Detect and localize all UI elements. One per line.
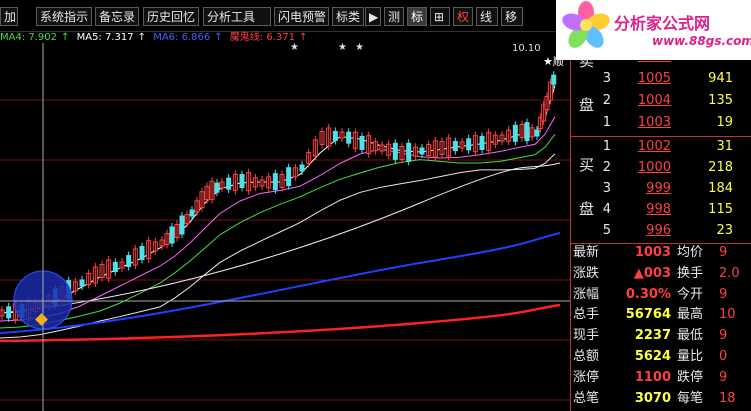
- devil-line-label: 魔鬼线: 6.371: [229, 32, 295, 43]
- toolbar-item-rights[interactable]: 权: [453, 7, 473, 26]
- devil-line-curve: [0, 303, 561, 343]
- play-icon[interactable]: ▶: [365, 7, 381, 26]
- stats-row: 涨停 1100 跌停 9: [573, 369, 728, 385]
- sell-row: 2 1004 135: [602, 93, 733, 108]
- buy-row: 2 1000 218: [602, 160, 733, 175]
- candles: [0, 71, 557, 324]
- ma-curve: [0, 134, 556, 329]
- stats-row: 总笔 3070 每笔 18: [573, 390, 736, 406]
- moving-average-lines: [0, 85, 561, 343]
- ma5-label: MA5: 7.317: [76, 32, 134, 43]
- site-logo: 分析家公式网 www.88gs.com: [556, 0, 751, 60]
- ma6-label: MA6: 6.866: [153, 32, 211, 43]
- svg-text:★: ★: [290, 43, 299, 53]
- stats-row: 总额 5624 量比 0: [573, 349, 728, 364]
- toolbar-item-analysis-tools[interactable]: 分析工具: [203, 7, 271, 26]
- buy-row: 5 996 23: [602, 223, 733, 238]
- toolbar-item-measure[interactable]: 测: [384, 7, 404, 26]
- toolbar-item-system-indicator[interactable]: 系统指示: [36, 7, 92, 26]
- ma4-label: MA4: 7.902: [0, 32, 58, 43]
- quote-panel: 卖盘4100714631005941210041351100319 买盘1100…: [570, 49, 751, 411]
- stats-row: 涨幅 0.30% 今开 9: [573, 286, 728, 302]
- logo-title: 分析家公式网: [614, 14, 711, 33]
- grid-icon[interactable]: ⊞: [430, 7, 450, 26]
- toolbar-item-add[interactable]: 加: [0, 7, 18, 26]
- candlestick-chart[interactable]: 10.10 ★顺 ★ ★ ★: [0, 43, 570, 411]
- stats-row: 涨跌 ▲003 换手 2.0: [573, 265, 740, 281]
- toolbar-item-line[interactable]: 线: [476, 7, 498, 26]
- toolbar-item-flash-alert[interactable]: 闪电预警: [274, 7, 329, 26]
- buy-row: 3 999 184: [602, 181, 733, 196]
- buy-row: 4 998 115: [602, 202, 733, 217]
- logo-url: www.88gs.com: [652, 34, 751, 48]
- svg-text:★: ★: [338, 43, 347, 53]
- toolbar-item-move[interactable]: 移: [501, 7, 523, 26]
- stats-row: 现手 2237 最低 9: [573, 328, 728, 344]
- chart-date-label: 10.10: [512, 43, 541, 54]
- toolbar-item-memo[interactable]: 备忘录: [95, 7, 139, 26]
- sell-row: 3 1005 941: [602, 71, 733, 86]
- svg-text:★: ★: [355, 43, 364, 53]
- stats-row: 总手 56764 最高 10: [573, 307, 736, 323]
- stats-row: 最新 1003 均价 9: [573, 245, 728, 260]
- toolbar-item-mark[interactable]: 标: [407, 7, 427, 26]
- toolbar-item-mark-class[interactable]: 标类: [332, 7, 364, 26]
- toolbar-item-history[interactable]: 历史回忆: [143, 7, 199, 26]
- star-marks: ★ ★ ★: [290, 43, 364, 53]
- sell-row: 1 1003 19: [602, 115, 733, 130]
- ma-curve: [0, 85, 556, 314]
- buy-row: 1 1002 31: [602, 139, 733, 154]
